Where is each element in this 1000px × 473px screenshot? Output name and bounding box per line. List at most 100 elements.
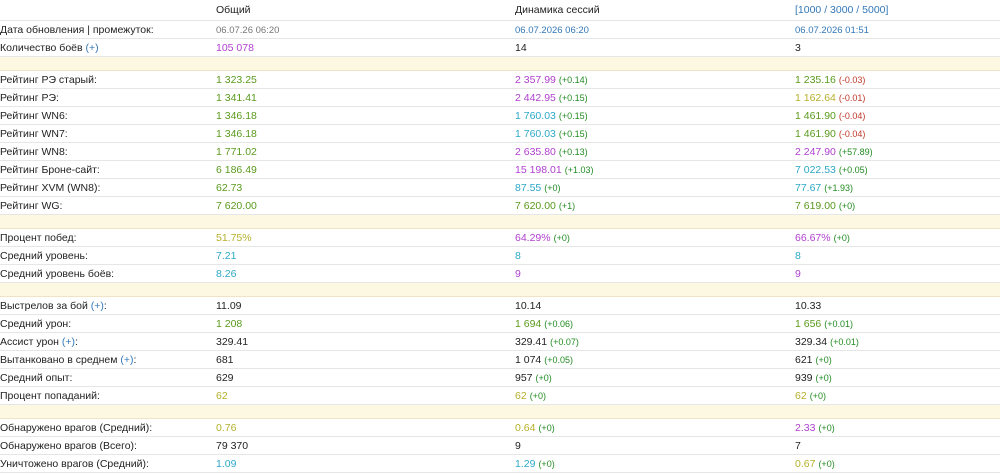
value: 1 461.90 [795, 109, 836, 122]
table-row: Обнаружено врагов (Всего): 79 370 9 7 [0, 436, 1000, 455]
row-label-text: Рейтинг WN7: [0, 127, 68, 140]
expand-link[interactable]: (+) [120, 354, 133, 366]
header-empty-cell [0, 0, 216, 21]
row-label: Выстрелов за бой (+): [0, 296, 216, 315]
spacer-cell [216, 56, 515, 71]
table-row: Рейтинг РЭ: 1 341.41 2 442.95 (+0.15) 1 162.… [0, 88, 1000, 107]
row-label-text: Рейтинг РЭ старый: [0, 73, 97, 86]
row-label-text: Рейтинг WG: [0, 199, 63, 212]
value-cell-c3: 1 162.64 (-0.01) [795, 88, 1000, 107]
value: 7 [795, 439, 801, 452]
value: 105 078 [216, 41, 254, 54]
value-cell-c1: 11.09 [216, 296, 515, 315]
value-cell-c3: 2.33 (+0) [795, 418, 1000, 437]
row-label: Количество боёв (+) [0, 38, 216, 57]
value: 11.09 [216, 299, 242, 312]
value-cell-c3: 66.67% (+0) [795, 228, 1000, 247]
spacer-cell [0, 56, 216, 71]
table-row: Рейтинг WG: 7 620.00 7 620.00 (+1) 7 619.00(… [0, 196, 1000, 215]
delta-value: (+0.15) [558, 128, 588, 139]
value: 7 620.00 [216, 199, 257, 212]
row-label-text: Дата обновления | промежуток: [0, 23, 154, 36]
delta-value: (+0.05) [544, 354, 574, 365]
expand-link[interactable]: (+) [91, 300, 104, 312]
value-cell-c3: 8 [795, 246, 1000, 265]
value: 1 656 [795, 317, 822, 330]
table-row: Вытанковано в среднем (+): 681 1 074 (+0.05… [0, 350, 1000, 369]
value: 7 620.00 [515, 199, 556, 212]
value-cell-c2: 957 (+0) [515, 368, 795, 387]
value: 51.75% [216, 231, 252, 244]
row-label: Дата обновления | промежуток: [0, 20, 216, 39]
value: 2 357.99 [515, 73, 556, 86]
value-cell-c1: 51.75% [216, 228, 515, 247]
value-cell-c1: 6 186.49 [216, 160, 515, 179]
value-cell-c2: 1 760.03 (+0.15) [515, 124, 795, 143]
value-cell-c2: 14 [515, 38, 795, 57]
value-cell-c2: 2 357.99 (+0.14) [515, 70, 795, 89]
value-cell-c1: 0.76 [216, 418, 515, 437]
value-cell-c3: 3 [795, 38, 1000, 57]
delta-value: (+0) [815, 372, 832, 383]
value: 15 198.01 [515, 163, 562, 176]
delta-value: (+0) [538, 458, 555, 469]
value-cell-c2: 15 198.01 (+1.03) [515, 160, 795, 179]
value-cell-c1: 681 [216, 350, 515, 369]
value: 0.64 [515, 421, 536, 434]
header-ranges-link[interactable]: [1000 / 3000 / 5000] [795, 0, 1000, 21]
value: 1 771.02 [216, 145, 257, 158]
value-cell-c3: 1 461.90 (-0.04) [795, 106, 1000, 125]
delta-value: (-0.04) [838, 128, 866, 139]
row-label: Обнаружено врагов (Всего): [0, 436, 216, 455]
row-label-text: Ассист урон [0, 335, 59, 348]
expand-link[interactable]: (+) [62, 336, 75, 348]
spacer-cell [795, 214, 1000, 229]
value-cell-c1: 1 346.18 [216, 124, 515, 143]
value: 77.67 [795, 181, 822, 194]
value-cell-c1: 105 078 [216, 38, 515, 57]
row-label: Средний урон: [0, 314, 216, 333]
value-cell-c2: 9 [515, 264, 795, 283]
delta-value: (+57.89) [838, 146, 873, 157]
value: 1 461.90 [795, 127, 836, 140]
delta-value: (+0.13) [558, 146, 588, 157]
value: 629 [216, 371, 234, 384]
row-label: Рейтинг Броне-сайт: [0, 160, 216, 179]
spacer-cell [216, 282, 515, 297]
value-cell-c3: 7 619.00 (+0) [795, 196, 1000, 215]
value: 62 [515, 389, 527, 402]
row-label-text: Средний урон: [0, 317, 72, 330]
value: 06.07.26 06:20 [216, 24, 280, 36]
row-label: Ассист урон (+): [0, 332, 216, 351]
row-label-text: Количество боёв [0, 41, 83, 54]
row-label-text: Процент попаданий: [0, 389, 100, 402]
table-row: Рейтинг WN8: 1 771.02 2 635.80 (+0.13) 2 247… [0, 142, 1000, 161]
value-cell-c3: 2 247.90 (+57.89) [795, 142, 1000, 161]
row-label-suffix: : [75, 335, 78, 348]
value: 64.29% [515, 231, 551, 244]
delta-value: (+0) [818, 458, 835, 469]
table-row: Рейтинг РЭ старый: 1 323.25 2 357.99 (+0.14… [0, 70, 1000, 89]
spacer-cell [0, 404, 216, 419]
table-row: Обнаружено врагов (Средний): 0.76 0.64 (+0)… [0, 418, 1000, 437]
row-label-text: Средний уровень боёв: [0, 267, 115, 280]
value: 8.26 [216, 267, 237, 280]
table-row: Средний уровень: 7.21 8 8 [0, 246, 1000, 265]
value: 1 760.03 [515, 109, 556, 122]
row-label: Рейтинг WN7: [0, 124, 216, 143]
row-label-text: Рейтинг РЭ: [0, 91, 59, 104]
value: 1 346.18 [216, 109, 257, 122]
value: 14 [515, 41, 527, 54]
value-cell-c2: 329.41 (+0.07) [515, 332, 795, 351]
row-label-text: Рейтинг Броне-сайт: [0, 163, 100, 176]
value: 1 074 [515, 353, 542, 366]
expand-link[interactable]: (+) [86, 42, 99, 54]
row-label: Рейтинг WN6: [0, 106, 216, 125]
row-label: Средний опыт: [0, 368, 216, 387]
row-label-text: Средний опыт: [0, 371, 73, 384]
table-row: Рейтинг XVM (WN8): 62.73 87.55 (+0) 77.67 (+1… [0, 178, 1000, 197]
value-cell-c3: 329.34 (+0.01) [795, 332, 1000, 351]
value-cell-c3: 9 [795, 264, 1000, 283]
row-label: Уничтожено врагов (Средний): [0, 454, 216, 473]
delta-value: (+0.15) [558, 92, 588, 103]
